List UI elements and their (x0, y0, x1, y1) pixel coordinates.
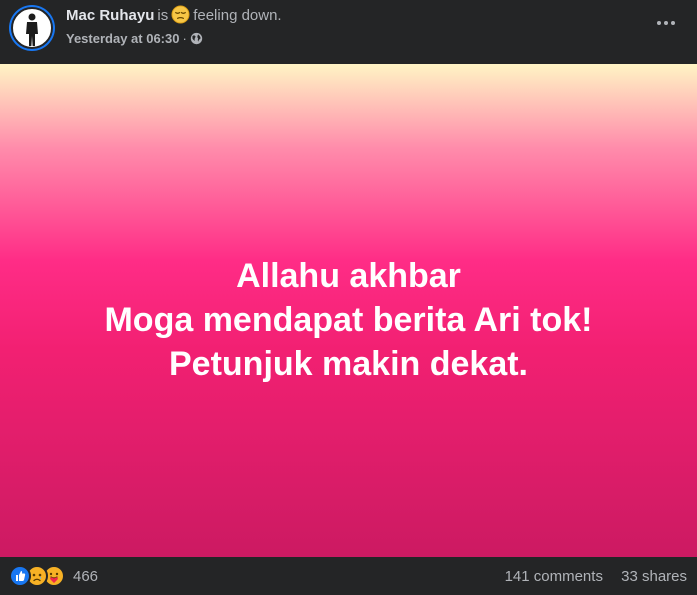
post-header: Mac Ruhayu is feeling down. Yesterday at … (0, 0, 697, 64)
feeling-label[interactable]: feeling down. (193, 7, 281, 24)
is-word: is (157, 7, 169, 24)
comments-count[interactable]: 141 comments (505, 568, 603, 585)
feeling-down-emoji-icon (171, 5, 190, 24)
engagement-stats: 141 comments 33 shares (505, 568, 687, 585)
message-line: Allahu akhbar (236, 256, 461, 295)
shares-count[interactable]: 33 shares (621, 568, 687, 585)
more-options-icon (657, 21, 661, 25)
reactions-summary[interactable]: 466 (9, 565, 98, 587)
more-options-icon-dot (664, 21, 668, 25)
author-name[interactable]: Mac Ruhayu (66, 7, 154, 24)
globe-icon[interactable] (190, 32, 203, 45)
author-avatar[interactable] (9, 5, 55, 51)
post-message: Allahu akhbar Moga mendapat berita Ari t… (104, 254, 592, 386)
message-line: Petunjuk makin dekat. (169, 344, 528, 383)
like-reaction-icon (9, 565, 31, 587)
person-figure-icon (26, 13, 38, 46)
more-options-icon-dot (671, 21, 675, 25)
meta-separator: · (182, 31, 187, 46)
post-meta: Yesterday at 06:30 · (66, 31, 203, 47)
reaction-count[interactable]: 466 (73, 568, 98, 585)
post-text-card: Allahu akhbar Moga mendapat berita Ari t… (0, 64, 697, 557)
post-timestamp[interactable]: Yesterday at 06:30 (66, 31, 179, 46)
post-footer: 466 141 comments 33 shares (0, 557, 697, 595)
avatar-photo (11, 7, 53, 49)
message-line: Moga mendapat berita Ari tok! (104, 300, 593, 339)
post-header-line: Mac Ruhayu is feeling down. (66, 5, 282, 26)
more-options-button[interactable] (648, 10, 684, 36)
